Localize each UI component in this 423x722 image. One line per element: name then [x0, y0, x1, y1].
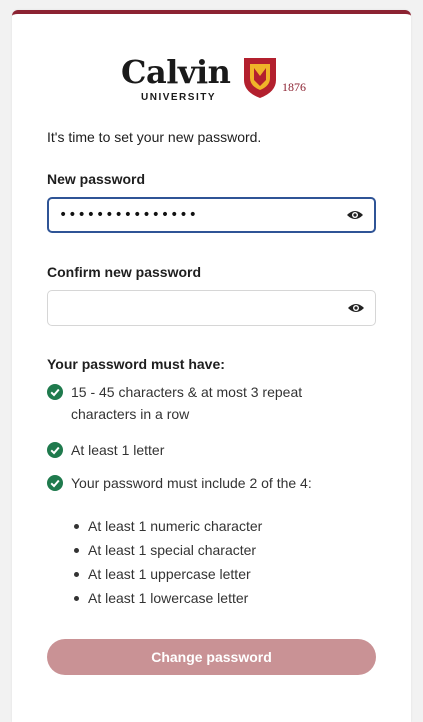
- new-password-label: New password: [47, 171, 146, 187]
- confirm-password-input[interactable]: [58, 291, 338, 325]
- sub-requirement-item: At least 1 special character: [72, 538, 262, 562]
- sub-requirement-item: At least 1 uppercase letter: [72, 562, 262, 586]
- confirm-password-label: Confirm new password: [47, 264, 202, 280]
- requirement-text: Your password must include 2 of the 4:: [71, 475, 312, 491]
- requirement-text: At least 1 letter: [71, 442, 165, 458]
- new-password-input[interactable]: [59, 199, 339, 231]
- requirement-item: At least 1 letter: [47, 439, 367, 461]
- eye-icon[interactable]: [346, 209, 364, 221]
- requirement-text: 15 - 45 characters & at most 3 repeat ch…: [71, 384, 303, 422]
- password-reset-card: Calvin UNIVERSITY 1876 It's time to set …: [12, 10, 411, 722]
- confirm-password-field[interactable]: [47, 290, 376, 326]
- change-password-button[interactable]: Change password: [47, 639, 376, 675]
- shield-icon: [244, 58, 276, 98]
- check-circle-icon: [47, 384, 63, 400]
- logo-year: 1876: [282, 80, 306, 94]
- logo-subtitle: UNIVERSITY: [141, 92, 217, 103]
- logo-wordmark: Calvin: [121, 53, 231, 91]
- sub-requirements-list: At least 1 numeric character At least 1 …: [72, 514, 262, 610]
- requirements-title: Your password must have:: [47, 356, 225, 372]
- sub-requirement-item: At least 1 numeric character: [72, 514, 262, 538]
- intro-text: It's time to set your new password.: [47, 129, 262, 145]
- sub-requirement-item: At least 1 lowercase letter: [72, 586, 262, 610]
- check-circle-icon: [47, 475, 63, 491]
- calvin-university-logo: Calvin UNIVERSITY 1876: [121, 52, 321, 116]
- new-password-field[interactable]: [47, 197, 376, 233]
- check-circle-icon: [47, 442, 63, 458]
- requirement-item: 15 - 45 characters & at most 3 repeat ch…: [47, 381, 367, 425]
- eye-icon[interactable]: [347, 302, 365, 314]
- requirement-item: Your password must include 2 of the 4:: [47, 472, 367, 494]
